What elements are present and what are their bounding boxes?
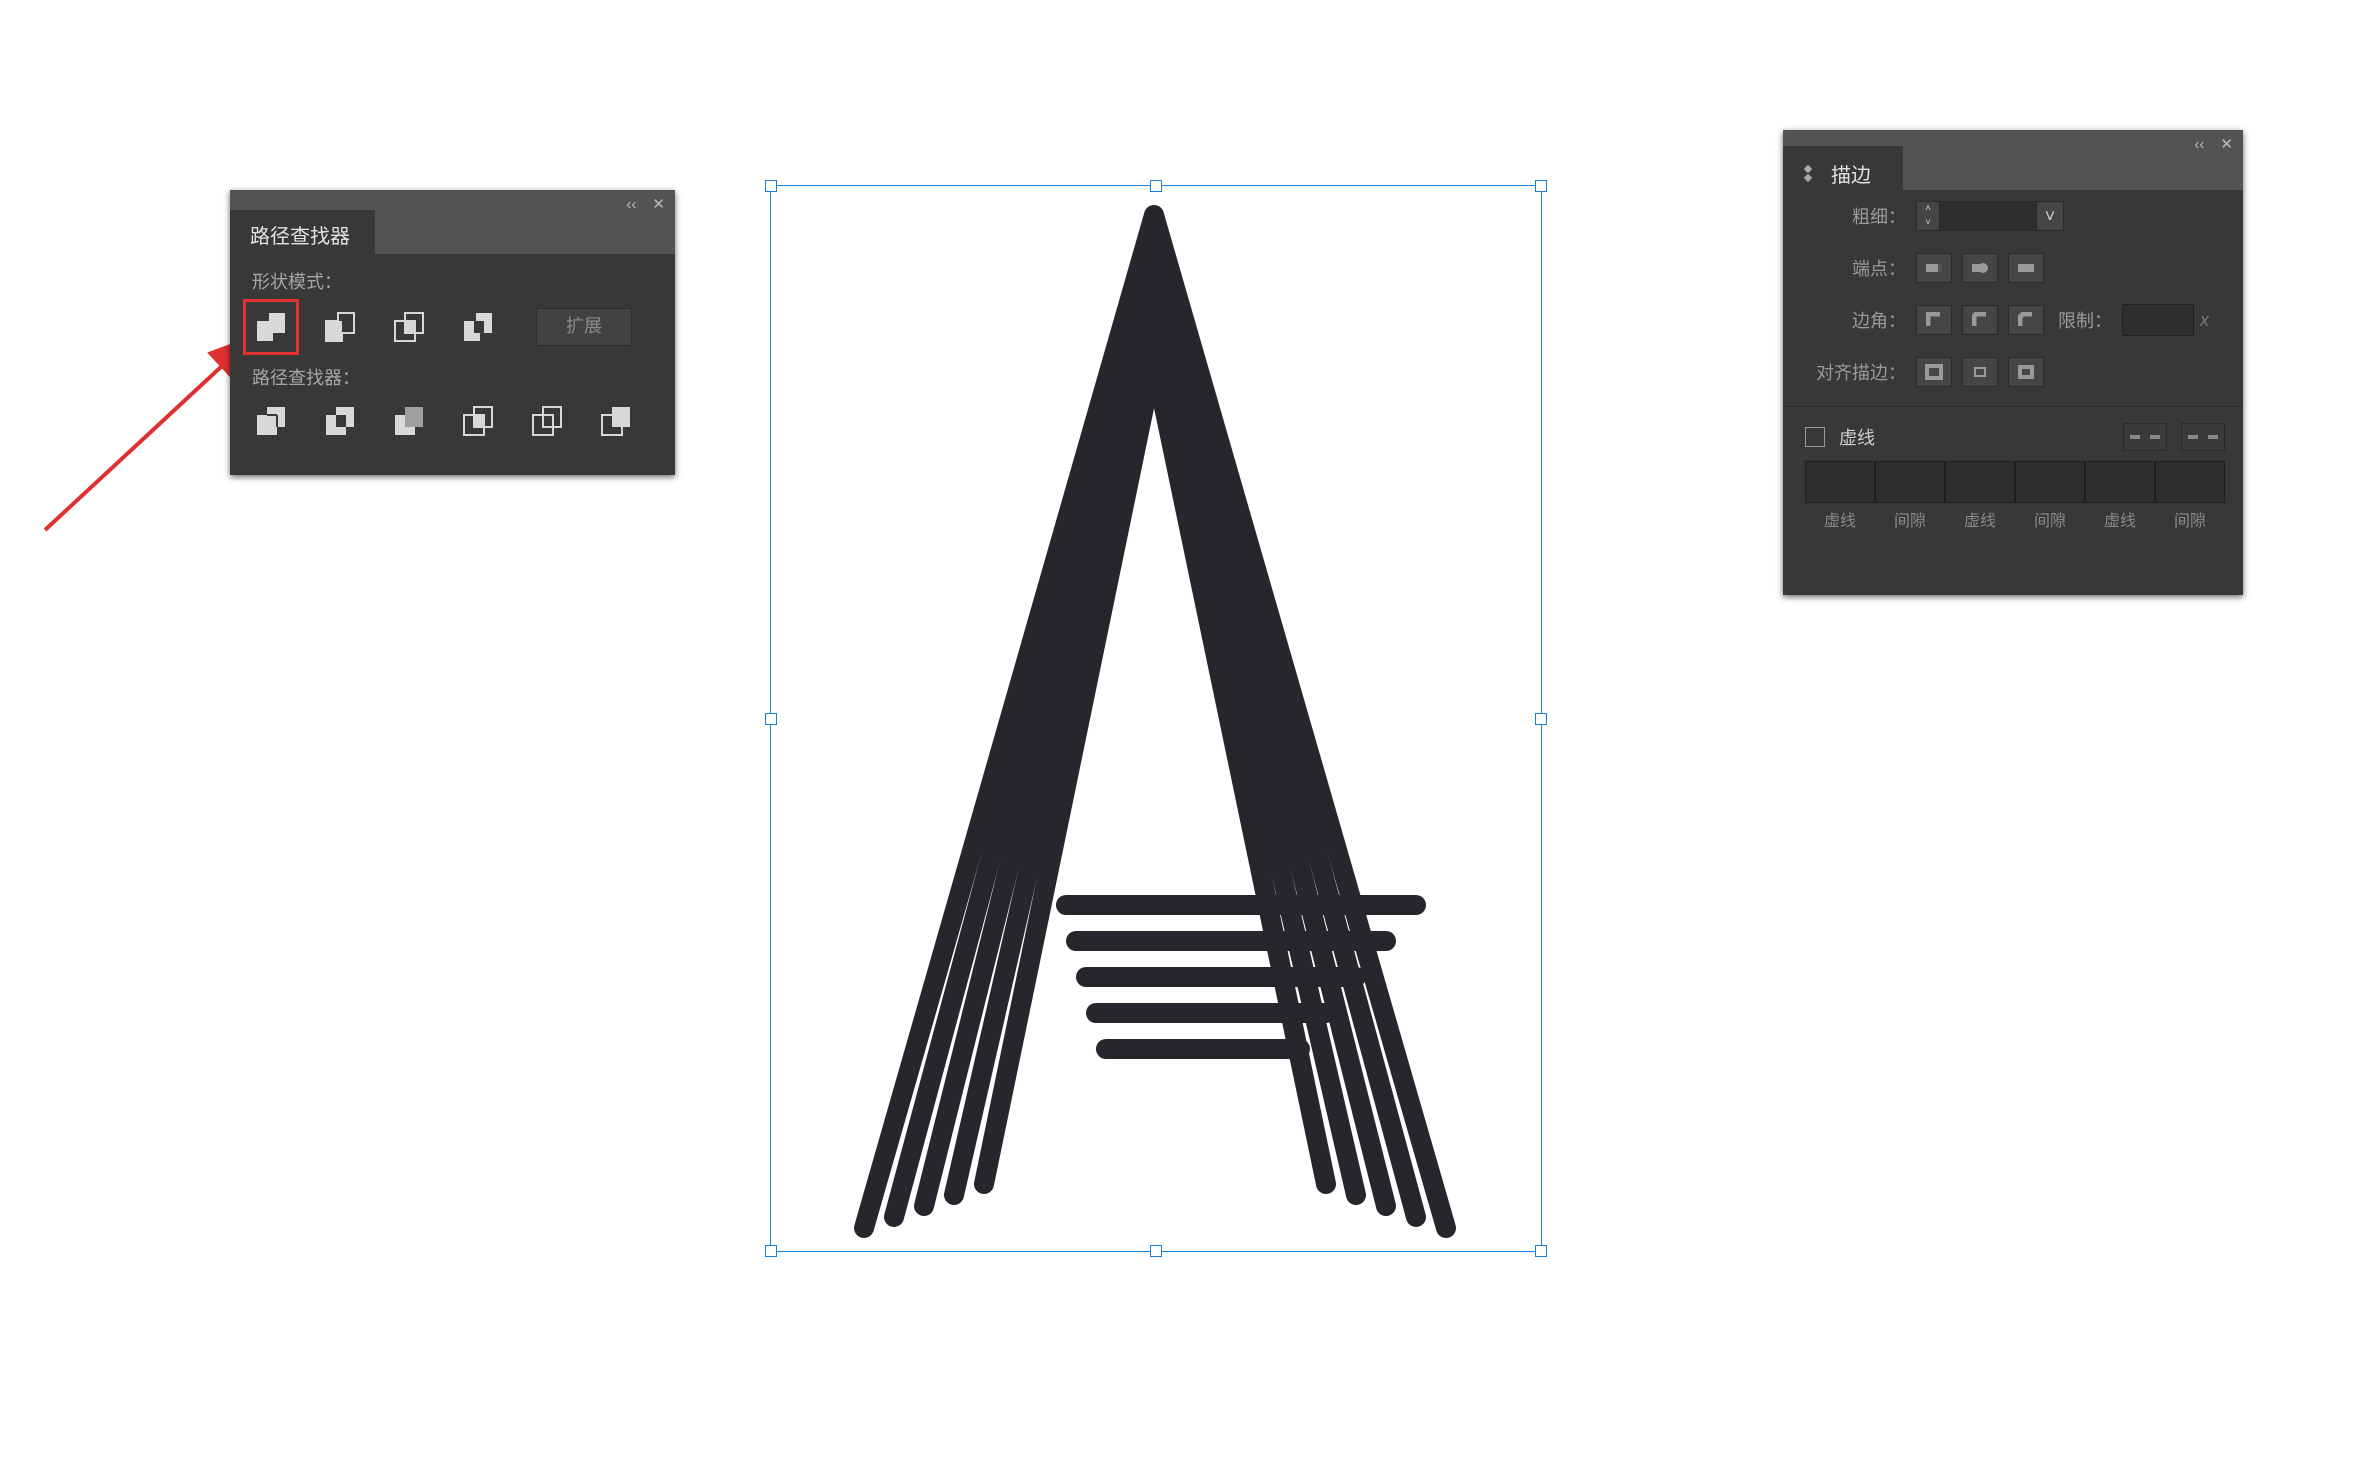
- divide-icon[interactable]: [254, 404, 288, 438]
- weight-dropdown-icon[interactable]: ˅: [2037, 201, 2064, 231]
- corner-label: 边角：: [1811, 307, 1916, 333]
- shape-modes-label: 形状模式：: [230, 254, 675, 294]
- intersect-icon[interactable]: [392, 310, 426, 344]
- dashed-label: 虚线: [1839, 424, 1875, 450]
- pathfinder-panel[interactable]: ‹‹ ✕ 路径查找器 形状模式： 扩展 路径查找器：: [230, 190, 675, 475]
- stroke-cap-row: 端点：: [1783, 242, 2243, 294]
- trim-icon[interactable]: [323, 404, 357, 438]
- cap-round-icon[interactable]: [1962, 253, 1998, 283]
- artwork-letter-a[interactable]: [770, 185, 1540, 1250]
- gap-1-input[interactable]: [1875, 461, 1945, 503]
- cap-butt-icon[interactable]: [1916, 253, 1952, 283]
- dashed-checkbox[interactable]: [1805, 427, 1825, 447]
- align-inside-icon[interactable]: [1962, 357, 1998, 387]
- stroke-weight-row: 粗细： ˄˅ ˅: [1783, 190, 2243, 242]
- pathfinders-label: 路径查找器：: [230, 350, 675, 390]
- stroke-panel[interactable]: ‹‹ ✕ 描边 粗细： ˄˅ ˅ 端点： 边角: [1783, 130, 2243, 595]
- dash-1-input[interactable]: [1805, 461, 1875, 503]
- miter-limit-input[interactable]: [2122, 304, 2194, 336]
- join-round-icon[interactable]: [1962, 305, 1998, 335]
- gap-2-input[interactable]: [2015, 461, 2085, 503]
- limit-unit: x: [2200, 310, 2209, 331]
- align-label: 对齐描边：: [1811, 359, 1916, 385]
- dashed-line-row: 虚线: [1783, 411, 2243, 455]
- gap-3-input[interactable]: [2155, 461, 2225, 503]
- panel-collapse-icon[interactable]: ‹‹: [2194, 136, 2204, 153]
- dash-align-exact-icon[interactable]: [2123, 423, 2167, 451]
- dash-2-input[interactable]: [1945, 461, 2015, 503]
- stroke-corner-row: 边角： 限制： x: [1783, 294, 2243, 346]
- expand-button: 扩展: [536, 308, 632, 346]
- dash-3-input[interactable]: [2085, 461, 2155, 503]
- exclude-icon[interactable]: [461, 310, 495, 344]
- pathfinder-tab[interactable]: 路径查找器: [230, 210, 375, 254]
- dash-pattern-inputs: [1783, 455, 2243, 503]
- stroke-align-row: 对齐描边：: [1783, 346, 2243, 398]
- weight-spinner[interactable]: ˄˅: [1916, 201, 1940, 231]
- align-outside-icon[interactable]: [2008, 357, 2044, 387]
- dash-align-corner-icon[interactable]: [2181, 423, 2225, 451]
- panel-close-icon[interactable]: ✕: [652, 195, 665, 213]
- limit-label: 限制：: [2058, 307, 2112, 333]
- minus-front-icon[interactable]: [323, 310, 357, 344]
- align-center-icon[interactable]: [1916, 357, 1952, 387]
- shape-modes-row: 扩展: [230, 294, 675, 350]
- merge-icon[interactable]: [392, 404, 426, 438]
- join-miter-icon[interactable]: [1916, 305, 1952, 335]
- dash-pattern-labels: 虚线 间隙 虚线 间隙 虚线 间隙: [1783, 503, 2243, 531]
- crop-icon[interactable]: [461, 404, 495, 438]
- unite-icon[interactable]: [252, 308, 290, 346]
- outline-icon[interactable]: [530, 404, 564, 438]
- weight-label: 粗细：: [1811, 203, 1916, 229]
- pathfinders-row: [230, 390, 675, 442]
- stroke-tab[interactable]: 描边: [1783, 146, 1903, 190]
- panel-close-icon[interactable]: ✕: [2220, 135, 2233, 153]
- minus-back-icon[interactable]: [599, 404, 633, 438]
- join-bevel-icon[interactable]: [2008, 305, 2044, 335]
- cap-label: 端点：: [1811, 255, 1916, 281]
- weight-input[interactable]: [1940, 201, 2037, 231]
- panel-collapse-icon[interactable]: ‹‹: [626, 196, 636, 213]
- panel-grip-icon: [1803, 166, 1811, 181]
- weight-field[interactable]: ˄˅ ˅: [1916, 201, 2064, 231]
- cap-proj-icon[interactable]: [2008, 253, 2044, 283]
